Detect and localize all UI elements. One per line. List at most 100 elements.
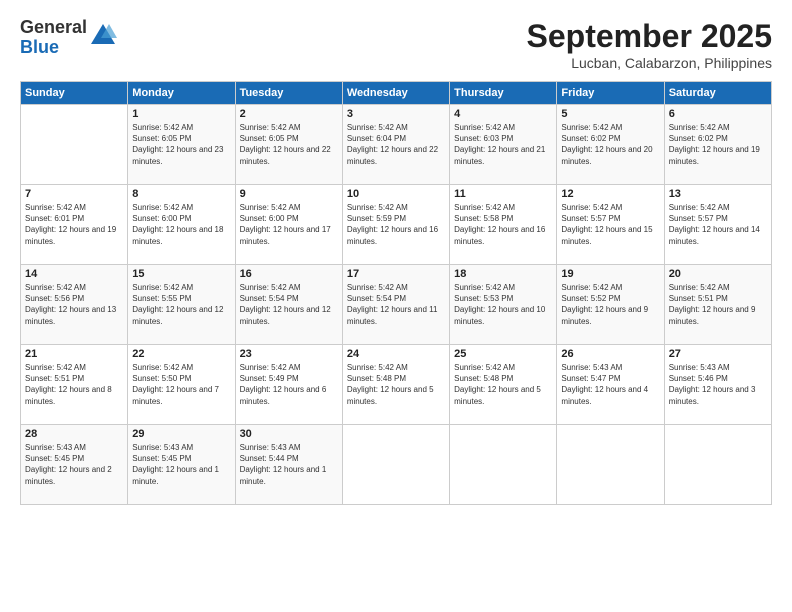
table-row: 6 Sunrise: 5:42 AMSunset: 6:02 PMDaylight…: [664, 105, 771, 185]
day-info: Sunrise: 5:42 AMSunset: 5:51 PMDaylight:…: [669, 282, 767, 327]
table-row: 27 Sunrise: 5:43 AMSunset: 5:46 PMDayligh…: [664, 345, 771, 425]
day-info: Sunrise: 5:42 AMSunset: 5:57 PMDaylight:…: [669, 202, 767, 247]
day-info: Sunrise: 5:42 AMSunset: 5:52 PMDaylight:…: [561, 282, 659, 327]
table-row: [557, 425, 664, 505]
header-wednesday: Wednesday: [342, 82, 449, 105]
table-row: 28 Sunrise: 5:43 AMSunset: 5:45 PMDayligh…: [21, 425, 128, 505]
day-number: 9: [240, 188, 338, 200]
logo-blue: Blue: [20, 38, 87, 58]
day-info: Sunrise: 5:42 AMSunset: 6:01 PMDaylight:…: [25, 202, 123, 247]
table-row: 18Sunrise: 5:42 AMSunset: 5:53 PMDayligh…: [450, 265, 557, 345]
day-info: Sunrise: 5:42 AMSunset: 5:48 PMDaylight:…: [347, 362, 445, 407]
day-number: 15: [132, 268, 230, 280]
day-number: 12: [561, 188, 659, 200]
day-number: 8: [132, 188, 230, 200]
table-row: 29 Sunrise: 5:43 AMSunset: 5:45 PMDayligh…: [128, 425, 235, 505]
day-number: 23: [240, 348, 338, 360]
week-row-4: 28 Sunrise: 5:43 AMSunset: 5:45 PMDayligh…: [21, 425, 772, 505]
day-number: 4: [454, 108, 552, 120]
table-row: 3 Sunrise: 5:42 AMSunset: 6:04 PMDaylight…: [342, 105, 449, 185]
day-number: 25: [454, 348, 552, 360]
table-row: 10 Sunrise: 5:42 AMSunset: 5:59 PMDayligh…: [342, 185, 449, 265]
table-row: 22Sunrise: 5:42 AMSunset: 5:50 PMDayligh…: [128, 345, 235, 425]
day-info: Sunrise: 5:42 AMSunset: 6:02 PMDaylight:…: [561, 122, 659, 167]
day-info: Sunrise: 5:43 AMSunset: 5:46 PMDaylight:…: [669, 362, 767, 407]
table-row: 25 Sunrise: 5:42 AMSunset: 5:48 PMDayligh…: [450, 345, 557, 425]
logo-general: General: [20, 18, 87, 38]
day-number: 13: [669, 188, 767, 200]
calendar-table: Sunday Monday Tuesday Wednesday Thursday…: [20, 81, 772, 505]
day-number: 19: [561, 268, 659, 280]
day-number: 16: [240, 268, 338, 280]
header-row: Sunday Monday Tuesday Wednesday Thursday…: [21, 82, 772, 105]
table-row: 7Sunrise: 5:42 AMSunset: 6:01 PMDaylight…: [21, 185, 128, 265]
table-row: 5 Sunrise: 5:42 AMSunset: 6:02 PMDaylight…: [557, 105, 664, 185]
week-row-1: 7Sunrise: 5:42 AMSunset: 6:01 PMDaylight…: [21, 185, 772, 265]
day-number: 6: [669, 108, 767, 120]
day-info: Sunrise: 5:42 AMSunset: 5:53 PMDaylight:…: [454, 282, 552, 327]
table-row: 13 Sunrise: 5:42 AMSunset: 5:57 PMDayligh…: [664, 185, 771, 265]
day-number: 3: [347, 108, 445, 120]
day-info: Sunrise: 5:42 AMSunset: 5:48 PMDaylight:…: [454, 362, 552, 407]
header-thursday: Thursday: [450, 82, 557, 105]
day-info: Sunrise: 5:42 AMSunset: 6:03 PMDaylight:…: [454, 122, 552, 167]
table-row: 17 Sunrise: 5:42 AMSunset: 5:54 PMDayligh…: [342, 265, 449, 345]
header-monday: Monday: [128, 82, 235, 105]
table-row: 21Sunrise: 5:42 AMSunset: 5:51 PMDayligh…: [21, 345, 128, 425]
table-row: [21, 105, 128, 185]
header-saturday: Saturday: [664, 82, 771, 105]
header: General Blue September 2025 Lucban, Cala…: [20, 18, 772, 71]
day-info: Sunrise: 5:42 AMSunset: 5:57 PMDaylight:…: [561, 202, 659, 247]
table-row: 23 Sunrise: 5:42 AMSunset: 5:49 PMDayligh…: [235, 345, 342, 425]
table-row: 24 Sunrise: 5:42 AMSunset: 5:48 PMDayligh…: [342, 345, 449, 425]
table-row: [450, 425, 557, 505]
day-info: Sunrise: 5:42 AMSunset: 6:02 PMDaylight:…: [669, 122, 767, 167]
page: General Blue September 2025 Lucban, Cala…: [0, 0, 792, 612]
day-number: 1: [132, 108, 230, 120]
logo-icon: [89, 22, 117, 50]
header-friday: Friday: [557, 82, 664, 105]
day-info: Sunrise: 5:43 AMSunset: 5:45 PMDaylight:…: [25, 442, 123, 487]
day-info: Sunrise: 5:42 AMSunset: 6:00 PMDaylight:…: [132, 202, 230, 247]
table-row: 15Sunrise: 5:42 AMSunset: 5:55 PMDayligh…: [128, 265, 235, 345]
day-number: 10: [347, 188, 445, 200]
week-row-2: 14 Sunrise: 5:42 AMSunset: 5:56 PMDayligh…: [21, 265, 772, 345]
calendar-body: 1Sunrise: 5:42 AMSunset: 6:05 PMDaylight…: [21, 105, 772, 505]
day-info: Sunrise: 5:42 AMSunset: 5:51 PMDaylight:…: [25, 362, 123, 407]
day-info: Sunrise: 5:42 AMSunset: 6:04 PMDaylight:…: [347, 122, 445, 167]
table-row: 20Sunrise: 5:42 AMSunset: 5:51 PMDayligh…: [664, 265, 771, 345]
table-row: 16Sunrise: 5:42 AMSunset: 5:54 PMDayligh…: [235, 265, 342, 345]
day-info: Sunrise: 5:42 AMSunset: 5:56 PMDaylight:…: [25, 282, 123, 327]
day-info: Sunrise: 5:43 AMSunset: 5:45 PMDaylight:…: [132, 442, 230, 487]
week-row-3: 21Sunrise: 5:42 AMSunset: 5:51 PMDayligh…: [21, 345, 772, 425]
table-row: 19 Sunrise: 5:42 AMSunset: 5:52 PMDayligh…: [557, 265, 664, 345]
day-number: 5: [561, 108, 659, 120]
day-info: Sunrise: 5:42 AMSunset: 5:54 PMDaylight:…: [347, 282, 445, 327]
table-row: 14 Sunrise: 5:42 AMSunset: 5:56 PMDayligh…: [21, 265, 128, 345]
day-number: 28: [25, 428, 123, 440]
table-row: 30Sunrise: 5:43 AMSunset: 5:44 PMDayligh…: [235, 425, 342, 505]
table-row: 9 Sunrise: 5:42 AMSunset: 6:00 PMDaylight…: [235, 185, 342, 265]
table-row: 12 Sunrise: 5:42 AMSunset: 5:57 PMDayligh…: [557, 185, 664, 265]
logo: General Blue: [20, 18, 117, 58]
title-section: September 2025 Lucban, Calabarzon, Phili…: [527, 18, 772, 71]
table-row: 26Sunrise: 5:43 AMSunset: 5:47 PMDayligh…: [557, 345, 664, 425]
table-row: 11Sunrise: 5:42 AMSunset: 5:58 PMDayligh…: [450, 185, 557, 265]
day-info: Sunrise: 5:42 AMSunset: 6:00 PMDaylight:…: [240, 202, 338, 247]
day-number: 30: [240, 428, 338, 440]
calendar-header: Sunday Monday Tuesday Wednesday Thursday…: [21, 82, 772, 105]
table-row: 1Sunrise: 5:42 AMSunset: 6:05 PMDaylight…: [128, 105, 235, 185]
day-number: 27: [669, 348, 767, 360]
logo-text: General Blue: [20, 18, 87, 58]
day-info: Sunrise: 5:42 AMSunset: 5:59 PMDaylight:…: [347, 202, 445, 247]
day-info: Sunrise: 5:42 AMSunset: 5:50 PMDaylight:…: [132, 362, 230, 407]
day-number: 17: [347, 268, 445, 280]
table-row: 2Sunrise: 5:42 AMSunset: 6:05 PMDaylight…: [235, 105, 342, 185]
day-info: Sunrise: 5:42 AMSunset: 5:49 PMDaylight:…: [240, 362, 338, 407]
week-row-0: 1Sunrise: 5:42 AMSunset: 6:05 PMDaylight…: [21, 105, 772, 185]
day-number: 29: [132, 428, 230, 440]
day-number: 24: [347, 348, 445, 360]
day-info: Sunrise: 5:43 AMSunset: 5:47 PMDaylight:…: [561, 362, 659, 407]
month-title: September 2025: [527, 18, 772, 55]
day-number: 14: [25, 268, 123, 280]
